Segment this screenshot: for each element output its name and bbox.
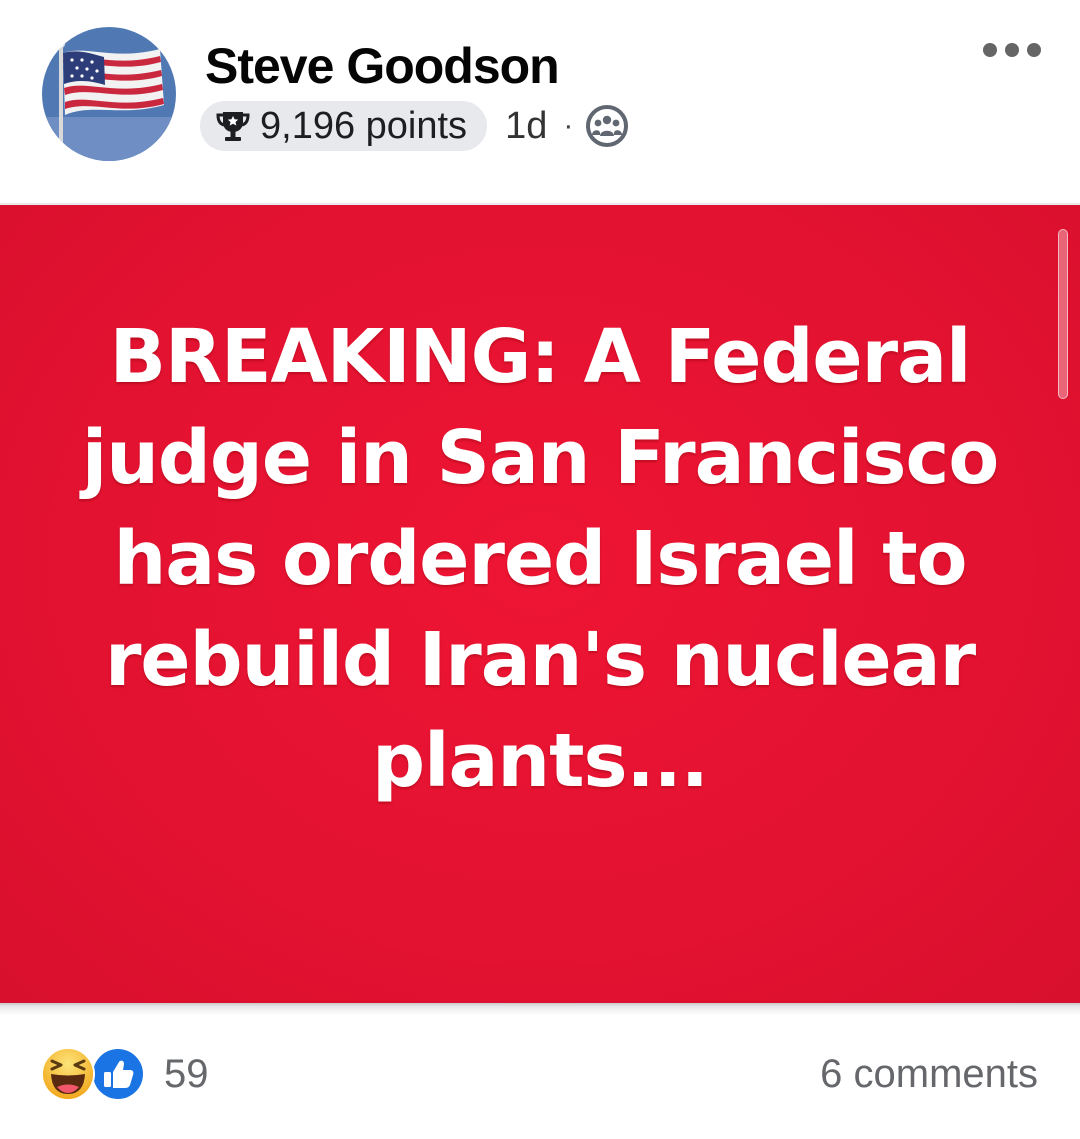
group-members-icon (586, 105, 629, 147)
post-meta: 9,196 points 1d · (200, 100, 629, 152)
author-avatar[interactable] (42, 27, 176, 161)
author-name[interactable]: Steve Goodson (205, 36, 560, 96)
points-badge[interactable]: 9,196 points (200, 101, 488, 151)
post-header: Steve Goodson 9,196 points 1d · (0, 0, 1080, 200)
image-scrollbar[interactable] (1058, 229, 1068, 399)
more-dot-icon (1005, 43, 1019, 57)
reactions-summary[interactable]: 59 (40, 1046, 209, 1102)
reaction-icons (40, 1046, 150, 1102)
more-dot-icon (983, 43, 997, 57)
like-icon (91, 1047, 145, 1101)
american-flag-avatar-icon (42, 27, 176, 161)
image-divider (0, 1003, 1080, 1015)
haha-icon (41, 1047, 95, 1101)
comments-count[interactable]: 6 comments (820, 1046, 1038, 1102)
points-text: 9,196 points (260, 105, 468, 147)
meta-separator: · (563, 109, 574, 142)
trophy-icon (216, 112, 250, 141)
feed-post: Steve Goodson 9,196 points 1d · BREAKING… (0, 0, 1080, 1139)
more-dot-icon (1027, 43, 1041, 57)
post-image-text: BREAKING: A Federal judge in San Francis… (81, 314, 999, 804)
more-options-button[interactable] (974, 30, 1050, 70)
reaction-count: 59 (164, 1052, 209, 1096)
post-image[interactable]: BREAKING: A Federal judge in San Francis… (0, 203, 1080, 1003)
post-timestamp[interactable]: 1d (505, 101, 547, 151)
